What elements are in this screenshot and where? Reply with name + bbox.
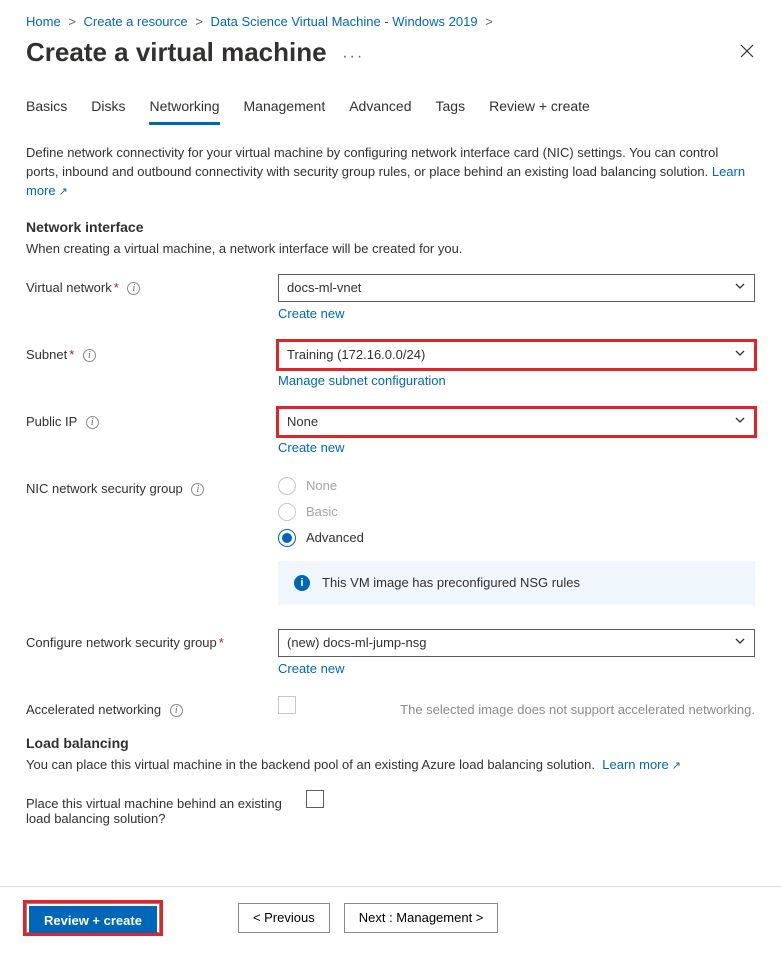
lb-field-label: Place this virtual machine behind an exi… — [26, 790, 306, 826]
review-create-highlight: Review + create — [26, 903, 160, 933]
vnet-select[interactable]: docs-ml-vnet — [278, 274, 755, 302]
radio-icon — [278, 477, 296, 495]
nsg-radio-basic: Basic — [278, 503, 755, 521]
info-icon[interactable]: i — [170, 704, 183, 717]
subnet-manage-link[interactable]: Manage subnet configuration — [278, 373, 446, 388]
chevron-down-icon — [734, 280, 746, 295]
breadcrumb-dsvm[interactable]: Data Science Virtual Machine - Windows 2… — [210, 14, 477, 29]
tab-advanced[interactable]: Advanced — [349, 98, 411, 125]
subnet-label: Subnet* i — [26, 341, 278, 362]
tab-networking[interactable]: Networking — [149, 98, 219, 125]
accel-helper-text: The selected image does not support acce… — [296, 702, 755, 717]
breadcrumb-sep: > — [195, 14, 203, 29]
more-menu-icon[interactable]: ··· — [342, 48, 364, 65]
external-link-icon: ↗ — [59, 186, 68, 198]
cfg-nsg-label: Configure network security group* — [26, 629, 278, 650]
vnet-value: docs-ml-vnet — [287, 280, 361, 295]
radio-icon — [278, 503, 296, 521]
breadcrumb-create-resource[interactable]: Create a resource — [84, 14, 188, 29]
section-load-balancing-sub: You can place this virtual machine in th… — [26, 757, 755, 772]
page-title: Create a virtual machine — [26, 37, 327, 68]
intro-text: Define network connectivity for your vir… — [26, 144, 746, 201]
tab-review-create[interactable]: Review + create — [489, 98, 590, 125]
section-network-interface-title: Network interface — [26, 219, 755, 235]
breadcrumb-home[interactable]: Home — [26, 14, 61, 29]
nsg-label: NIC network security group i — [26, 475, 278, 496]
subnet-value: Training (172.16.0.0/24) — [287, 347, 425, 362]
vnet-create-new-link[interactable]: Create new — [278, 306, 344, 321]
breadcrumb: Home > Create a resource > Data Science … — [26, 14, 755, 29]
section-load-balancing-title: Load balancing — [26, 735, 755, 751]
pip-create-new-link[interactable]: Create new — [278, 440, 344, 455]
nsg-info-box: i This VM image has preconfigured NSG ru… — [278, 561, 755, 605]
tab-management[interactable]: Management — [244, 98, 326, 125]
chevron-down-icon — [734, 414, 746, 429]
review-create-button[interactable]: Review + create — [29, 906, 157, 936]
vnet-label: Virtual network* i — [26, 274, 278, 295]
breadcrumb-sep: > — [68, 14, 76, 29]
info-icon[interactable]: i — [86, 416, 99, 429]
info-icon[interactable]: i — [83, 349, 96, 362]
previous-button[interactable]: < Previous — [238, 903, 330, 933]
info-circle-icon: i — [294, 575, 310, 591]
lb-checkbox[interactable] — [306, 790, 324, 808]
pip-value: None — [287, 414, 318, 429]
accel-checkbox — [278, 696, 296, 714]
info-icon[interactable]: i — [127, 282, 140, 295]
tabs: Basics Disks Networking Management Advan… — [26, 98, 755, 126]
radio-icon — [278, 529, 296, 547]
close-button[interactable] — [739, 43, 755, 62]
nsg-radio-none: None — [278, 477, 755, 495]
nsg-info-text: This VM image has preconfigured NSG rule… — [322, 575, 580, 590]
external-link-icon: ↗ — [672, 760, 681, 772]
cfg-nsg-select[interactable]: (new) docs-ml-jump-nsg — [278, 629, 755, 657]
info-icon[interactable]: i — [191, 483, 204, 496]
breadcrumb-sep: > — [485, 14, 493, 29]
cfg-nsg-value: (new) docs-ml-jump-nsg — [287, 635, 426, 650]
chevron-down-icon — [734, 347, 746, 362]
pip-label: Public IP i — [26, 408, 278, 429]
tab-basics[interactable]: Basics — [26, 98, 67, 125]
lb-learn-more-link[interactable]: Learn more↗ — [602, 757, 681, 772]
cfg-nsg-create-new-link[interactable]: Create new — [278, 661, 344, 676]
nsg-radio-advanced[interactable]: Advanced — [278, 529, 755, 547]
tab-tags[interactable]: Tags — [436, 98, 466, 125]
accel-label: Accelerated networking i — [26, 696, 278, 717]
next-button[interactable]: Next : Management > — [344, 903, 499, 933]
section-network-interface-sub: When creating a virtual machine, a netwo… — [26, 241, 755, 256]
tab-disks[interactable]: Disks — [91, 98, 125, 125]
footer-bar: Review + create < Previous Next : Manage… — [0, 886, 781, 949]
subnet-select[interactable]: Training (172.16.0.0/24) — [278, 341, 755, 369]
pip-select[interactable]: None — [278, 408, 755, 436]
chevron-down-icon — [734, 635, 746, 650]
